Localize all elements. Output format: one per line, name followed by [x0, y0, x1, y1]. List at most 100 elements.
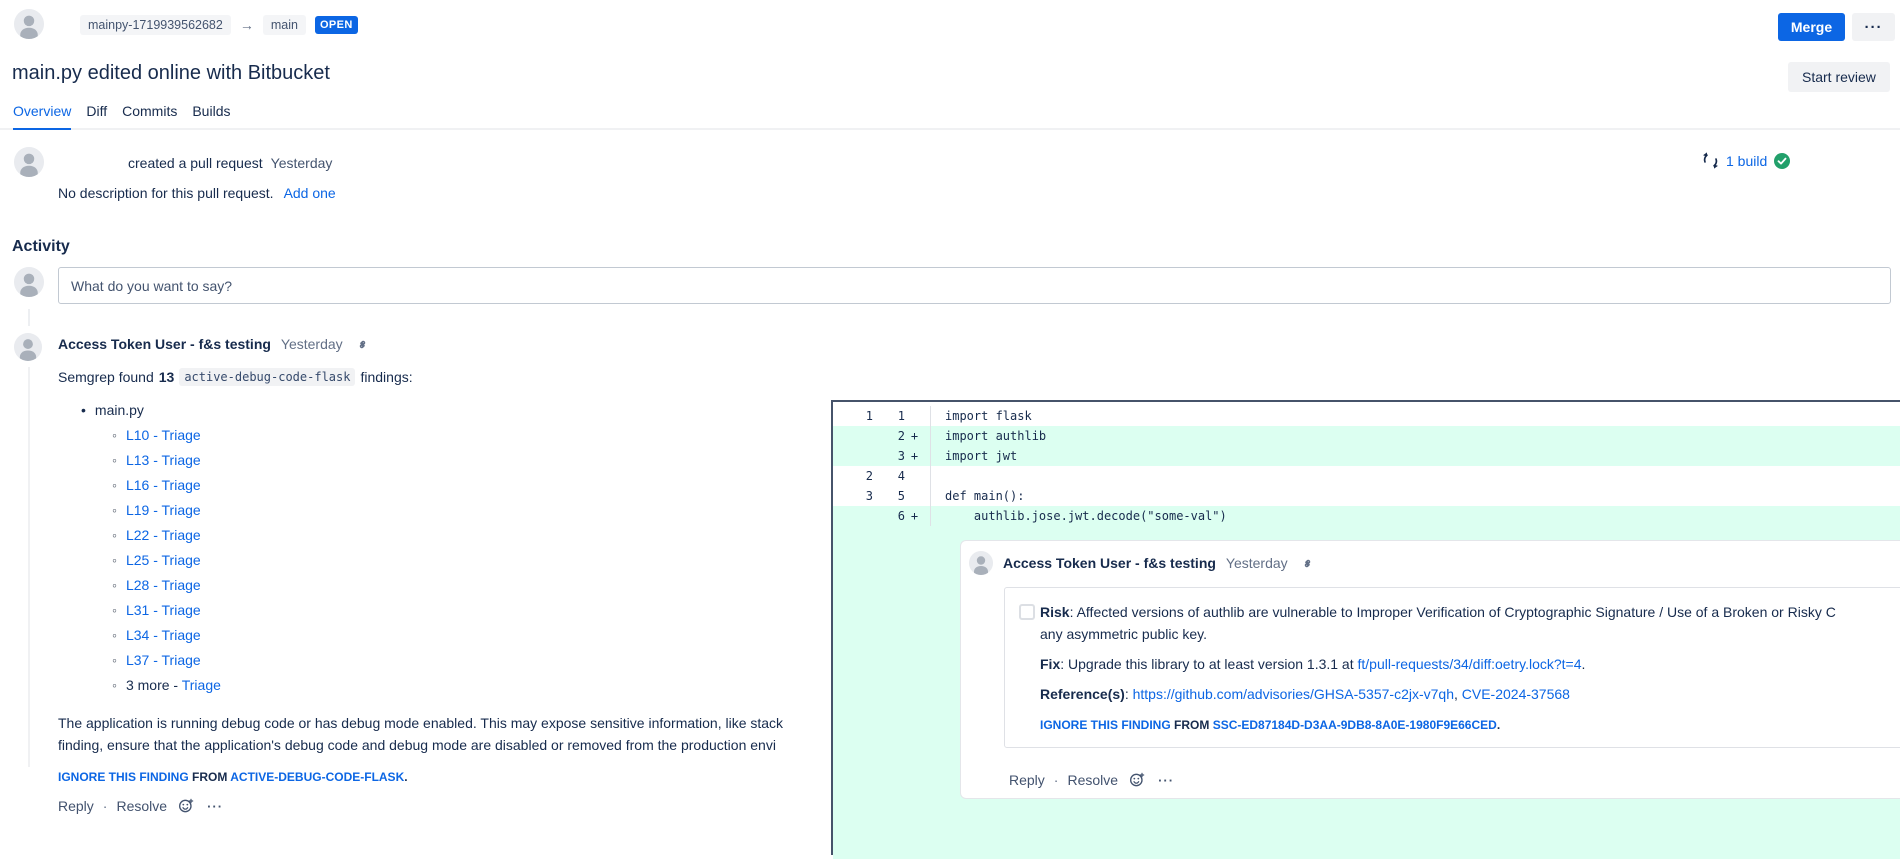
ignore-target-link[interactable]: ACTIVE-DEBUG-CODE-FLASK [230, 770, 404, 784]
add-reaction-button[interactable] [1127, 772, 1147, 788]
resolve-link[interactable]: Resolve [116, 798, 167, 814]
old-line-number [833, 446, 879, 466]
diff-sign: + [905, 446, 924, 466]
ignore-finding-link[interactable]: IGNORE THIS FINDING [58, 770, 189, 784]
avatar[interactable] [14, 333, 42, 361]
comment-composer [14, 267, 1891, 304]
avatar[interactable] [969, 551, 993, 575]
builds-link[interactable]: 1 build [1726, 153, 1767, 169]
finding-link[interactable]: L25 - Triage [126, 552, 201, 568]
resolve-link[interactable]: Resolve [1067, 772, 1118, 788]
findings-count: 13 [159, 369, 175, 385]
comment-more-button[interactable]: ··· [205, 799, 225, 814]
source-branch[interactable]: mainpy-1719939562682 [80, 15, 231, 35]
diff-row[interactable]: 35 def main(): [833, 486, 1900, 506]
reply-link[interactable]: Reply [1009, 772, 1045, 788]
references-line: Reference(s): https://github.com/advisor… [1040, 683, 1836, 705]
fix-text: : Upgrade this library to at least versi… [1060, 656, 1357, 672]
cve-link[interactable]: CVE-2024-37568 [1462, 686, 1570, 702]
comment-more-button[interactable]: ··· [1156, 773, 1176, 788]
fix-label: Fix [1040, 656, 1060, 672]
fix-link[interactable]: ft/pull-requests/34/diff:oetry.lock?t=4 [1358, 656, 1582, 672]
new-line-number: 1 [879, 406, 905, 426]
merge-button[interactable]: Merge [1778, 13, 1845, 41]
avatar[interactable] [14, 147, 44, 177]
comment-author[interactable]: Access Token User - f&s testing [1003, 555, 1216, 571]
tab-builds[interactable]: Builds [192, 103, 230, 130]
code-line: import authlib [931, 426, 1046, 446]
finding-link[interactable]: L28 - Triage [126, 577, 201, 593]
finding-link[interactable]: L37 - Triage [126, 652, 201, 668]
risk-text: : Affected versions of authlib are vulne… [1070, 604, 1836, 620]
diff-rows: 11 import flask 2+ import authlib 3+ imp… [833, 402, 1900, 526]
separator-dot: · [1054, 772, 1059, 788]
tab-commits[interactable]: Commits [122, 103, 177, 130]
risk-label: Risk [1040, 604, 1070, 620]
more-options-button[interactable]: ··· [1852, 13, 1895, 41]
finding-link[interactable]: L22 - Triage [126, 527, 201, 543]
old-line-number [833, 426, 879, 446]
diff-sign [905, 406, 924, 426]
reply-link[interactable]: Reply [58, 798, 94, 814]
diff-row-added[interactable]: 6+ authlib.jose.jwt.decode("some-val") [833, 506, 1900, 526]
old-line-number: 3 [833, 486, 879, 506]
finding-checkbox[interactable] [1019, 604, 1035, 620]
comment-actions: Reply · Resolve ··· [1009, 772, 1900, 788]
created-text: created a pull request Yesterday [128, 155, 332, 171]
code-line: def main(): [931, 486, 1024, 506]
person-icon [14, 333, 42, 361]
comment-header: Access Token User - f&s testing Yesterda… [58, 333, 1894, 353]
diff-sign: + [905, 506, 924, 526]
comment-time[interactable]: Yesterday [1226, 555, 1288, 571]
permalink-icon[interactable] [355, 337, 370, 352]
tab-overview[interactable]: Overview [13, 103, 71, 130]
colon: : [1125, 686, 1133, 702]
check-circle-icon [1774, 153, 1790, 169]
tab-diff[interactable]: Diff [86, 103, 107, 130]
comment-input[interactable] [58, 267, 1891, 304]
finding-link[interactable]: L34 - Triage [126, 627, 201, 643]
semgrep-summary: Semgrep found 13 active-debug-code-flask… [58, 368, 1894, 386]
branch-row: mainpy-1719939562682 → main OPEN [80, 15, 358, 35]
person-icon [14, 147, 44, 177]
code-line [931, 466, 945, 486]
diff-sign [905, 486, 924, 506]
no-description-text: No description for this pull request. [58, 185, 274, 201]
finding-link[interactable]: L13 - Triage [126, 452, 201, 468]
ignore-target-link[interactable]: SSC-ED87184D-D3AA-9DB8-8A0E-1980F9E66CED [1213, 718, 1497, 732]
target-branch[interactable]: main [263, 15, 306, 35]
risk-finding-box: Risk: Affected versions of authlib are v… [1004, 587, 1900, 748]
comment-author[interactable]: Access Token User - f&s testing [58, 336, 271, 352]
finding-link[interactable]: L10 - Triage [126, 427, 201, 443]
more-findings-text: 3 more - [126, 677, 178, 693]
diff-row[interactable]: 11 import flask [833, 406, 1900, 426]
more-findings-link[interactable]: Triage [182, 677, 221, 693]
new-line-number: 5 [879, 486, 905, 506]
comment-time[interactable]: Yesterday [281, 336, 343, 352]
risk-line: Risk: Affected versions of authlib are v… [1040, 601, 1836, 623]
created-label: created a pull request [128, 155, 263, 171]
add-reaction-button[interactable] [176, 798, 196, 814]
emoji-add-icon [1129, 772, 1145, 788]
finding-link[interactable]: L16 - Triage [126, 477, 201, 493]
created-time: Yesterday [271, 155, 333, 171]
add-description-link[interactable]: Add one [284, 185, 336, 201]
diff-row[interactable]: 24 [833, 466, 1900, 486]
activity-heading: Activity [12, 238, 70, 256]
avatar[interactable] [14, 9, 44, 39]
start-review-button[interactable]: Start review [1788, 62, 1890, 92]
inline-comment-card: Access Token User - f&s testing Yesterda… [960, 540, 1900, 799]
advisory-link[interactable]: https://github.com/advisories/GHSA-5357-… [1133, 686, 1454, 702]
finding-link[interactable]: L31 - Triage [126, 602, 201, 618]
person-icon [14, 267, 44, 297]
diff-row-added[interactable]: 2+ import authlib [833, 426, 1900, 446]
inline-comment-zone: Access Token User - f&s testing Yesterda… [833, 526, 1900, 859]
more-options-icon: ··· [1158, 773, 1174, 788]
old-line-number [833, 506, 879, 526]
ignore-finding-link[interactable]: IGNORE THIS FINDING [1040, 718, 1171, 732]
code-line: import jwt [931, 446, 1017, 466]
permalink-icon[interactable] [1300, 556, 1315, 571]
finding-link[interactable]: L19 - Triage [126, 502, 201, 518]
diff-row-added[interactable]: 3+ import jwt [833, 446, 1900, 466]
period: . [1582, 656, 1586, 672]
